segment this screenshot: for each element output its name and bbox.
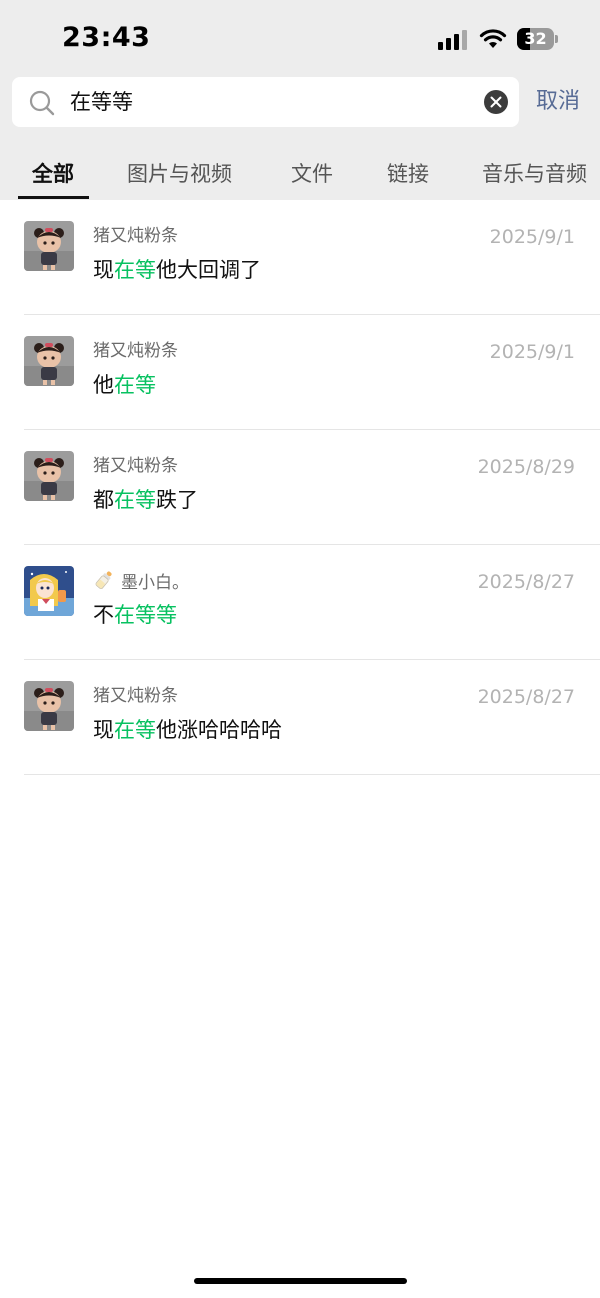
- result-row[interactable]: 猪又炖粉条 2025/9/1 现在等他大回调了: [0, 200, 600, 315]
- message-text-pre: 不: [93, 603, 114, 627]
- message-text-post: 他大回调了: [156, 258, 261, 282]
- message-text-post: 他涨哈哈哈哈: [156, 718, 282, 742]
- message-text-post: 跌了: [156, 488, 198, 512]
- cancel-button[interactable]: 取消: [536, 87, 580, 117]
- avatar[interactable]: [24, 566, 74, 616]
- message-text-pre: 现: [93, 718, 114, 742]
- message-text: 他在等: [93, 370, 156, 400]
- result-row[interactable]: 墨小白。 2025/8/27 不在等等: [0, 545, 600, 660]
- avatar[interactable]: [24, 336, 74, 386]
- avatar[interactable]: [24, 681, 74, 731]
- tab-all[interactable]: 全部: [32, 160, 74, 188]
- message-highlight: 在等: [114, 258, 156, 282]
- status-bar: 23:43 32: [0, 0, 600, 78]
- search-results-list: 猪又炖粉条 2025/9/1 现在等他大回调了 猪又炖粉条 2025/9/1 他…: [0, 200, 600, 775]
- filter-tabs: 全部 图片与视频 文件 链接 音乐与音频: [0, 150, 600, 200]
- home-indicator[interactable]: [194, 1278, 407, 1284]
- message-text: 现在等他涨哈哈哈哈: [93, 715, 282, 745]
- avatar[interactable]: [24, 221, 74, 271]
- active-tab-indicator: [18, 196, 89, 199]
- message-text-pre: 都: [93, 488, 114, 512]
- message-highlight: 在等: [114, 373, 156, 397]
- message-date: 2025/8/27: [477, 686, 575, 708]
- sender-name-text: 墨小白。: [121, 573, 189, 593]
- message-text-pre: 他: [93, 373, 114, 397]
- tab-links[interactable]: 链接: [387, 160, 429, 188]
- message-text-pre: 现: [93, 258, 114, 282]
- message-text: 都在等跌了: [93, 485, 198, 515]
- sender-name: 墨小白。: [93, 569, 189, 598]
- message-text: 不在等等: [93, 600, 177, 630]
- message-highlight: 在等: [114, 718, 156, 742]
- header-area: 23:43 32 在等等 取消 全部 图片与视频 文件 链接 音乐与音频: [0, 0, 600, 200]
- sender-name: 猪又炖粉条: [93, 341, 178, 361]
- sender-name: 猪又炖粉条: [93, 226, 178, 246]
- message-date: 2025/9/1: [489, 226, 575, 248]
- result-row[interactable]: 猪又炖粉条 2025/8/27 现在等他涨哈哈哈哈: [0, 660, 600, 775]
- avatar[interactable]: [24, 451, 74, 501]
- signal-icon: [438, 30, 468, 50]
- result-row[interactable]: 猪又炖粉条 2025/8/29 都在等跌了: [0, 430, 600, 545]
- message-date: 2025/9/1: [489, 341, 575, 363]
- message-highlight: 在等等: [114, 603, 177, 627]
- result-row[interactable]: 猪又炖粉条 2025/9/1 他在等: [0, 315, 600, 430]
- battery-percent: 32: [524, 29, 547, 48]
- tab-images-videos[interactable]: 图片与视频: [127, 160, 232, 188]
- status-time: 23:43: [62, 22, 151, 53]
- search-input[interactable]: 在等等: [70, 88, 133, 116]
- search-icon: [28, 89, 56, 117]
- message-date: 2025/8/29: [477, 456, 575, 478]
- clear-search-icon[interactable]: [484, 90, 508, 114]
- sender-name: 猪又炖粉条: [93, 456, 178, 476]
- battery-icon: 32: [517, 28, 558, 50]
- message-date: 2025/8/27: [477, 571, 575, 593]
- wifi-icon: [479, 28, 507, 50]
- sender-name: 猪又炖粉条: [93, 686, 178, 706]
- baby-bottle-icon: [93, 569, 115, 598]
- message-highlight: 在等: [114, 488, 156, 512]
- tab-files[interactable]: 文件: [291, 160, 333, 188]
- message-text: 现在等他大回调了: [93, 255, 261, 285]
- search-bar[interactable]: 在等等: [12, 77, 519, 127]
- tab-music-audio[interactable]: 音乐与音频: [482, 160, 587, 188]
